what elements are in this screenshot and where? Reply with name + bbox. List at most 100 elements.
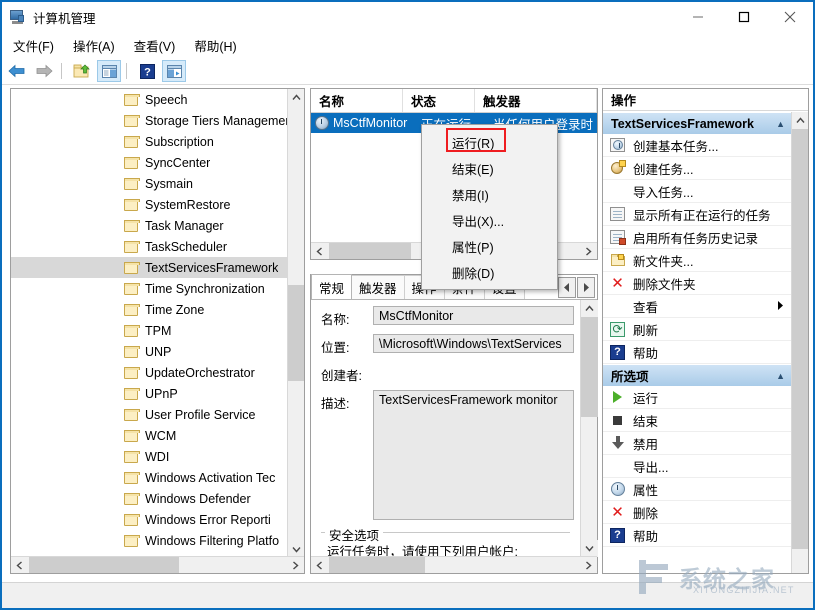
help-button[interactable]: ? [135,60,159,82]
detail-scroll-right-button[interactable] [580,557,597,573]
column-header-status[interactable]: 状态 [403,89,475,112]
context-menu-item[interactable]: 属性(P) [422,233,557,259]
detail-hscroll-thumb[interactable] [329,557,425,573]
detail-scroll-up-button[interactable] [581,300,598,317]
action-item[interactable]: 导出... [603,455,791,478]
detail-scroll-down-button[interactable] [581,540,598,557]
tree-item[interactable]: UPnP [11,383,288,404]
action-item[interactable]: 新文件夹... [603,249,791,272]
tree-item[interactable]: Storage Tiers Managemen [11,110,288,131]
action-item[interactable]: 显示所有正在运行的任务 [603,203,791,226]
tree-item[interactable]: Time Synchronization [11,278,288,299]
context-menu-item[interactable]: 结束(E) [422,155,557,181]
collapse-chevron-icon[interactable]: ▲ [776,119,785,129]
context-menu-item[interactable]: 导出(X)... [422,207,557,233]
tree-item[interactable]: UNP [11,341,288,362]
tree-scroll-thumb[interactable] [288,285,305,381]
tree-item[interactable]: Subscription [11,131,288,152]
action-item[interactable]: ⟳刷新 [603,318,791,341]
menu-action[interactable]: 操作(A) [65,34,123,57]
back-button[interactable] [5,60,29,82]
field-location-label: 位置: [321,334,373,356]
task-hscroll-thumb[interactable] [329,243,411,259]
menu-help[interactable]: 帮助(H) [186,34,244,57]
minimize-button[interactable] [675,2,721,32]
action-item[interactable]: 创建任务... [603,157,791,180]
menu-file[interactable]: 文件(F) [5,34,62,57]
action-item[interactable]: ✕删除文件夹 [603,272,791,295]
actions-scroll-thumb[interactable] [792,129,809,549]
menu-view[interactable]: 查看(V) [126,34,184,57]
tree-scroll-up-button[interactable] [288,89,305,106]
action-item-label: 帮助 [633,343,658,362]
maximize-button[interactable] [721,2,767,32]
detail-vertical-scrollbar[interactable] [580,300,597,557]
tab-2[interactable]: 触发器 [351,275,405,299]
tree-scroll-left-button[interactable] [11,557,28,573]
column-header-trigger[interactable]: 触发器 [475,89,597,112]
author-field[interactable] [373,362,574,381]
action-item[interactable]: 运行 [603,386,791,409]
tree-item[interactable]: TPM [11,320,288,341]
task-scroll-right-button[interactable] [580,243,597,259]
action-item[interactable]: 结束 [603,409,791,432]
tree-item[interactable]: Windows Defender [11,488,288,509]
action-item[interactable]: ?帮助 [603,341,791,364]
column-header-name[interactable]: 名称 [311,89,403,112]
tab-scroll-left-button[interactable] [558,277,576,298]
folder-icon [124,136,138,148]
tree-item[interactable]: Speech [11,89,288,110]
tree-item-label: UNP [145,345,171,359]
tree-item[interactable]: Windows Error Reporti [11,509,288,530]
show-hide-action-pane-button[interactable] [162,60,186,82]
location-field[interactable]: \Microsoft\Windows\TextServices [373,334,574,353]
tree-horizontal-scrollbar[interactable] [11,556,304,573]
tree-item[interactable]: TextServicesFramework [11,257,288,278]
description-field[interactable]: TextServicesFramework monitor [373,390,574,520]
tree-item[interactable]: UpdateOrchestrator [11,362,288,383]
action-item[interactable]: 属性 [603,478,791,501]
tree-scroll-right-button[interactable] [287,557,304,573]
tree-item[interactable]: Task Manager [11,215,288,236]
actions-group-header[interactable]: TextServicesFramework▲ [603,112,791,134]
tree-list[interactable]: SpeechStorage Tiers ManagemenSubscriptio… [11,89,288,558]
action-item-label: 删除文件夹 [633,274,696,293]
action-item[interactable]: 查看 [603,295,791,318]
tree-item[interactable]: SystemRestore [11,194,288,215]
tab-1[interactable]: 常规 [311,274,352,299]
action-item[interactable]: 禁用 [603,432,791,455]
action-item[interactable]: ✕删除 [603,501,791,524]
create-basic-task-icon [609,137,626,154]
detail-scroll-thumb[interactable] [581,317,598,417]
tree-vertical-scrollbar[interactable] [287,89,304,558]
tree-hscroll-thumb[interactable] [29,557,179,573]
tree-item[interactable]: TaskScheduler [11,236,288,257]
detail-scroll-left-button[interactable] [311,557,328,573]
tree-item[interactable]: Sysmain [11,173,288,194]
collapse-chevron-icon[interactable]: ▲ [776,371,785,381]
action-item[interactable]: 创建基本任务... [603,134,791,157]
forward-button[interactable] [32,60,56,82]
name-field[interactable]: MsCtfMonitor [373,306,574,325]
tree-item[interactable]: Windows Activation Tec [11,467,288,488]
up-folder-button[interactable] [70,60,94,82]
tree-item[interactable]: Time Zone [11,299,288,320]
actions-vertical-scrollbar[interactable] [791,112,808,573]
tab-scroll-right-button[interactable] [577,277,595,298]
close-button[interactable] [767,2,813,32]
show-hide-tree-button[interactable] [97,60,121,82]
tree-item[interactable]: WDI [11,446,288,467]
actions-group-header[interactable]: 所选项▲ [603,364,791,386]
tree-item[interactable]: User Profile Service [11,404,288,425]
task-scroll-left-button[interactable] [311,243,328,259]
tree-item[interactable]: Windows Filtering Platfo [11,530,288,551]
context-menu-item[interactable]: 删除(D) [422,259,557,285]
tree-item[interactable]: SyncCenter [11,152,288,173]
context-menu-item[interactable]: 禁用(I) [422,181,557,207]
action-item[interactable]: 启用所有任务历史记录 [603,226,791,249]
action-item[interactable]: 导入任务... [603,180,791,203]
actions-scroll-up-button[interactable] [792,112,809,129]
action-item[interactable]: ?帮助 [603,524,791,547]
tree-item[interactable]: WCM [11,425,288,446]
detail-horizontal-scrollbar[interactable] [311,556,597,573]
